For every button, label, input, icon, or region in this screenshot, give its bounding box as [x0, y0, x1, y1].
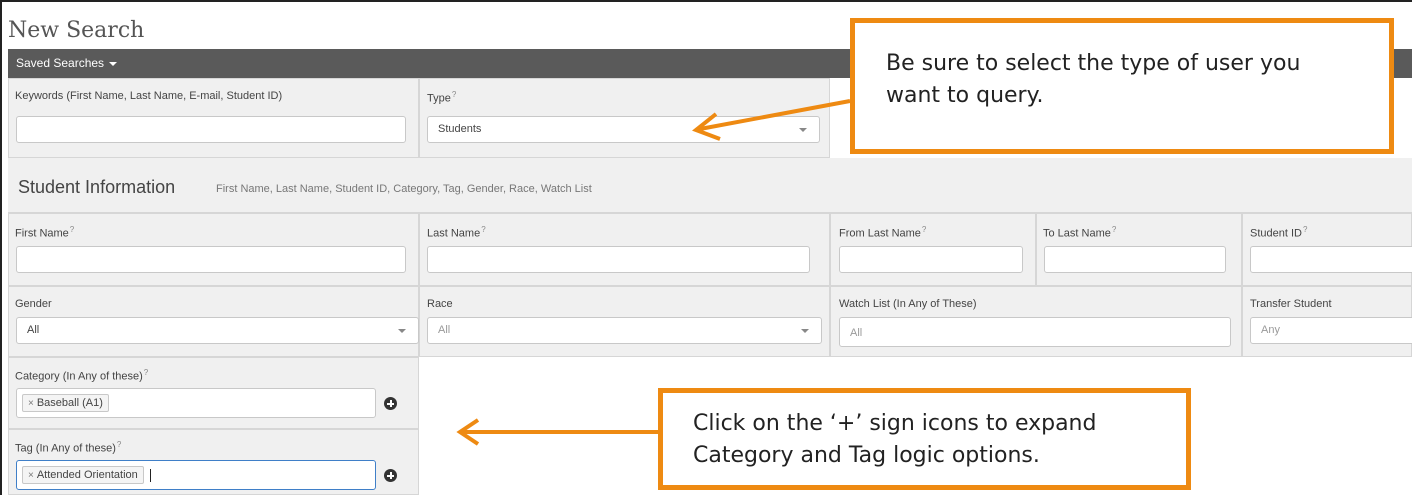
plus-arrow-icon: [456, 418, 658, 446]
annotation-arrows: [456, 99, 851, 446]
type-arrow-icon: [692, 99, 851, 141]
